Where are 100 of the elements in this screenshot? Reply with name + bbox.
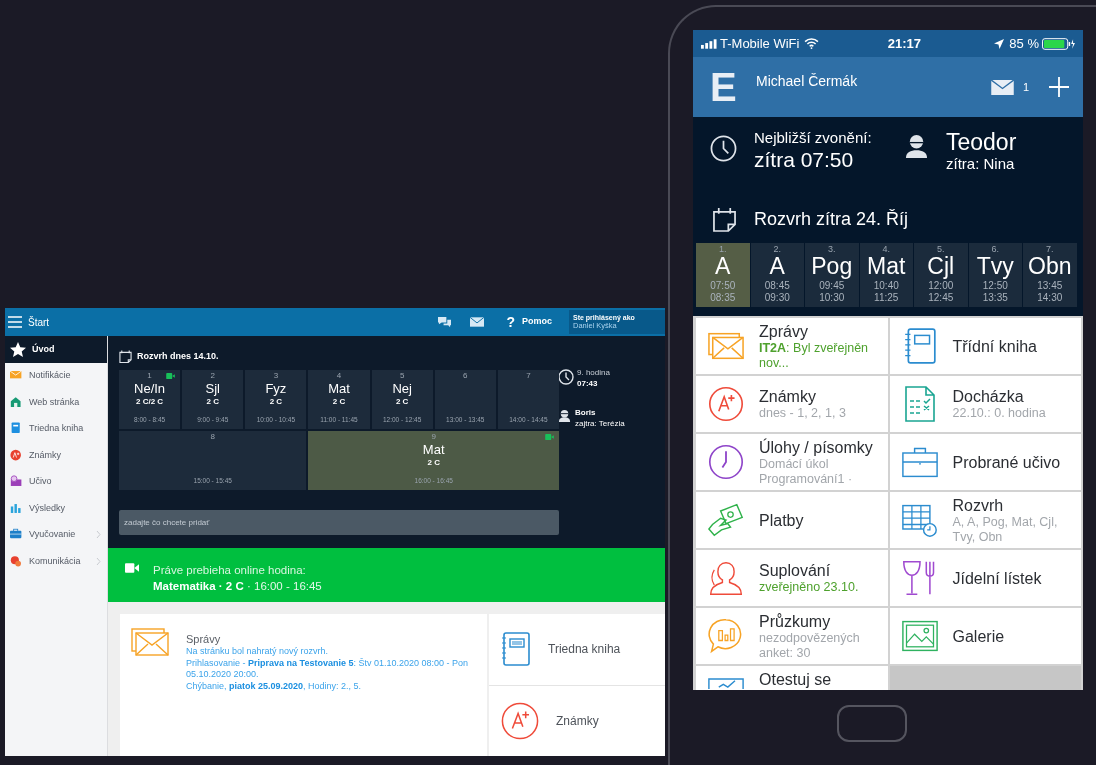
- class-name: 2 C: [427, 457, 440, 468]
- lesson-number: 4: [336, 371, 342, 381]
- lesson-tab[interactable]: 7. Obn 13:45 14:30: [1023, 243, 1077, 307]
- add-button[interactable]: [1049, 77, 1069, 97]
- notebook-icon: [501, 632, 531, 667]
- add-input-field[interactable]: zadajte čo chcete pridať: [119, 510, 559, 535]
- sidebar-item[interactable]: Web stránka: [5, 389, 107, 416]
- sidebar-item[interactable]: Notifikácie: [5, 362, 107, 389]
- next-bell-label: Nejbližší zvonění:: [754, 129, 873, 147]
- video-camera-icon: [125, 563, 139, 573]
- tile-subtitle: Domácí úkol Programování1 ·: [759, 456, 854, 487]
- tile-button[interactable]: Probrané učivo: [889, 434, 1081, 490]
- user-name: Michael Čermák: [756, 71, 858, 91]
- messages-button[interactable]: 1: [990, 78, 1029, 96]
- banner-lesson: Matematika · 2 C · 16:00 - 16:45: [153, 579, 322, 594]
- sidebar-item[interactable]: Úvod: [5, 336, 107, 363]
- message-line: Chýbanie, piatok 25.09.2020, Hodiny: 2., 5.: [186, 681, 363, 692]
- wifi-icon: [804, 38, 820, 49]
- lesson-number: 3: [273, 371, 279, 381]
- tile-title: Probrané učivo: [952, 452, 1061, 472]
- class-name: 2 C: [332, 396, 346, 407]
- lesson-number: 1: [147, 371, 152, 381]
- sidebar-item[interactable]: Známky: [5, 442, 107, 469]
- lesson-tab[interactable]: 3. Pog 09:45 10:30: [805, 243, 859, 307]
- book-icon: [10, 422, 23, 436]
- help-mark: ?: [506, 312, 515, 332]
- next-bell-time: zítra 07:50: [754, 147, 855, 173]
- tile-title: Úlohy / písomky: [759, 437, 874, 457]
- house-icon: [10, 395, 23, 409]
- table-clock-icon: [901, 502, 938, 538]
- tile-title: Docházka: [952, 387, 1025, 406]
- tile-button[interactable]: Třídní kniha: [889, 318, 1081, 374]
- tile-button[interactable]: Docházka 22.10.: 0. hodina: [889, 376, 1081, 432]
- lesson-tab[interactable]: 5. Cjl 12:00 12:45: [914, 243, 968, 307]
- tile-button[interactable]: Známky dnes - 1, 2, 1, 3: [696, 376, 888, 432]
- sidebar-item[interactable]: Triedna kniha: [5, 415, 107, 442]
- sidebar-item[interactable]: Učivo: [5, 468, 107, 495]
- lesson-number: 9: [431, 432, 436, 442]
- tile-button[interactable]: Průzkumy nezodpovězených anket: 30: [696, 608, 888, 664]
- teacher-name: Boris: [575, 407, 597, 418]
- tile-button[interactable]: Otestuj se: [696, 666, 888, 690]
- tile-title: Známky: [759, 387, 817, 406]
- subject-name: Nej: [392, 381, 412, 396]
- teacher-name: Teodor: [946, 129, 1017, 155]
- money-hand-icon: [708, 502, 744, 538]
- timetable-title: Rozvrh zítra 24. Říj: [754, 207, 909, 231]
- messages-card[interactable]: Správy Na stránku bol nahratý nový rozvrh. Prihlasovanie - Priprava na Testovanie 5: Štv 01.10.2020 08:00 - Pon 05.10.2020 20:00. Chýbanie, piatok 25.09.2020, Hodiny: 2., 5.: [120, 614, 487, 756]
- clock-icon: [558, 369, 574, 385]
- lesson-tab[interactable]: 1. A 07:50 08:35: [696, 243, 750, 307]
- message-line: Na stránku bol nahratý nový rozvrh.: [186, 646, 330, 657]
- tile-subtitle: nezodpovězených anket: 30: [759, 630, 861, 661]
- start-menu-button[interactable]: Štart: [7, 308, 51, 336]
- tile-subtitle: A, A, Pog, Mat, Cjl, Tvy, Obn: [952, 514, 1059, 545]
- tile-button[interactable]: Rozvrh A, A, Pog, Mat, Cjl, Tvy, Obn: [889, 492, 1081, 548]
- star-icon: [10, 341, 26, 357]
- sidebar-item[interactable]: Vyučovanie: [5, 521, 107, 548]
- lesson-number: 7: [526, 371, 531, 381]
- tile-title: Galerie: [952, 626, 1005, 646]
- grade-icon: [10, 448, 23, 462]
- tile-title: Rozvrh: [952, 495, 1005, 515]
- clock-icon: [710, 135, 737, 162]
- tile-button[interactable]: Triedna kniha: [489, 614, 665, 685]
- chart-bubble-icon: [708, 618, 744, 654]
- lesson-tab[interactable]: 4. Mat 10:40 11:25: [859, 243, 913, 307]
- chat-button[interactable]: [437, 315, 453, 329]
- subject-name: Mat: [328, 381, 350, 396]
- location-arrow-icon: [994, 38, 1005, 49]
- mail-button[interactable]: [470, 317, 485, 327]
- lesson-tab[interactable]: 6. Tvy 12:50 13:35: [968, 243, 1022, 307]
- lesson-tab[interactable]: 2. A 08:45 09:30: [750, 243, 804, 307]
- bar-chart-icon: [10, 501, 23, 515]
- clock-icon: [708, 444, 744, 480]
- chat-bubbles-icon: [10, 554, 23, 568]
- tile-button[interactable]: Zprávy IT2A: Byl zveřejněn nov...: [696, 318, 888, 374]
- messages-title: Správy: [186, 632, 222, 646]
- tile-title: Jídelní lístek: [952, 568, 1042, 588]
- home-button[interactable]: [837, 705, 907, 742]
- sidebar-item[interactable]: Komunikácia: [5, 548, 107, 575]
- message-line: Prihlasovanie - Priprava na Testovanie 5: Štv 01.10.2020 08:00 - Pon 05.10.2020 20:00.: [186, 658, 469, 680]
- class-name: 2 C: [269, 396, 283, 407]
- person-icon: [905, 133, 928, 158]
- tile-button[interactable]: Známky: [489, 685, 665, 756]
- banner-title: Práve prebieha online hodina:: [153, 563, 307, 578]
- tile-subtitle: 22.10.: 0. hodina: [952, 406, 1046, 421]
- class-name: 2 C: [206, 396, 219, 407]
- tile-button[interactable]: Suplování zveřejněno 23.10.: [696, 550, 888, 606]
- lesson-number: 8: [210, 432, 215, 442]
- tile-button[interactable]: Jídelní lístek: [889, 550, 1081, 606]
- tile-button[interactable]: Úlohy / písomky Domácí úkol Programování1 ·: [696, 434, 888, 490]
- checkmark-box-icon: [708, 678, 744, 689]
- tile-title: Průzkumy: [759, 611, 832, 631]
- help-button[interactable]: ? Pomoc: [506, 311, 552, 333]
- sidebar-item[interactable]: Výsledky: [5, 495, 107, 522]
- clock-time: 21:17: [887, 34, 922, 53]
- tile-button[interactable]: Galerie: [889, 608, 1081, 664]
- chat-bubbles-icon: [437, 315, 453, 329]
- tile-subtitle: dnes - 1, 2, 1, 3: [759, 406, 846, 421]
- tile-subtitle: zveřejněno 23.10.: [759, 580, 859, 595]
- lesson-label: 9. hodina: [577, 367, 610, 378]
- tile-button[interactable]: Platby: [696, 492, 888, 548]
